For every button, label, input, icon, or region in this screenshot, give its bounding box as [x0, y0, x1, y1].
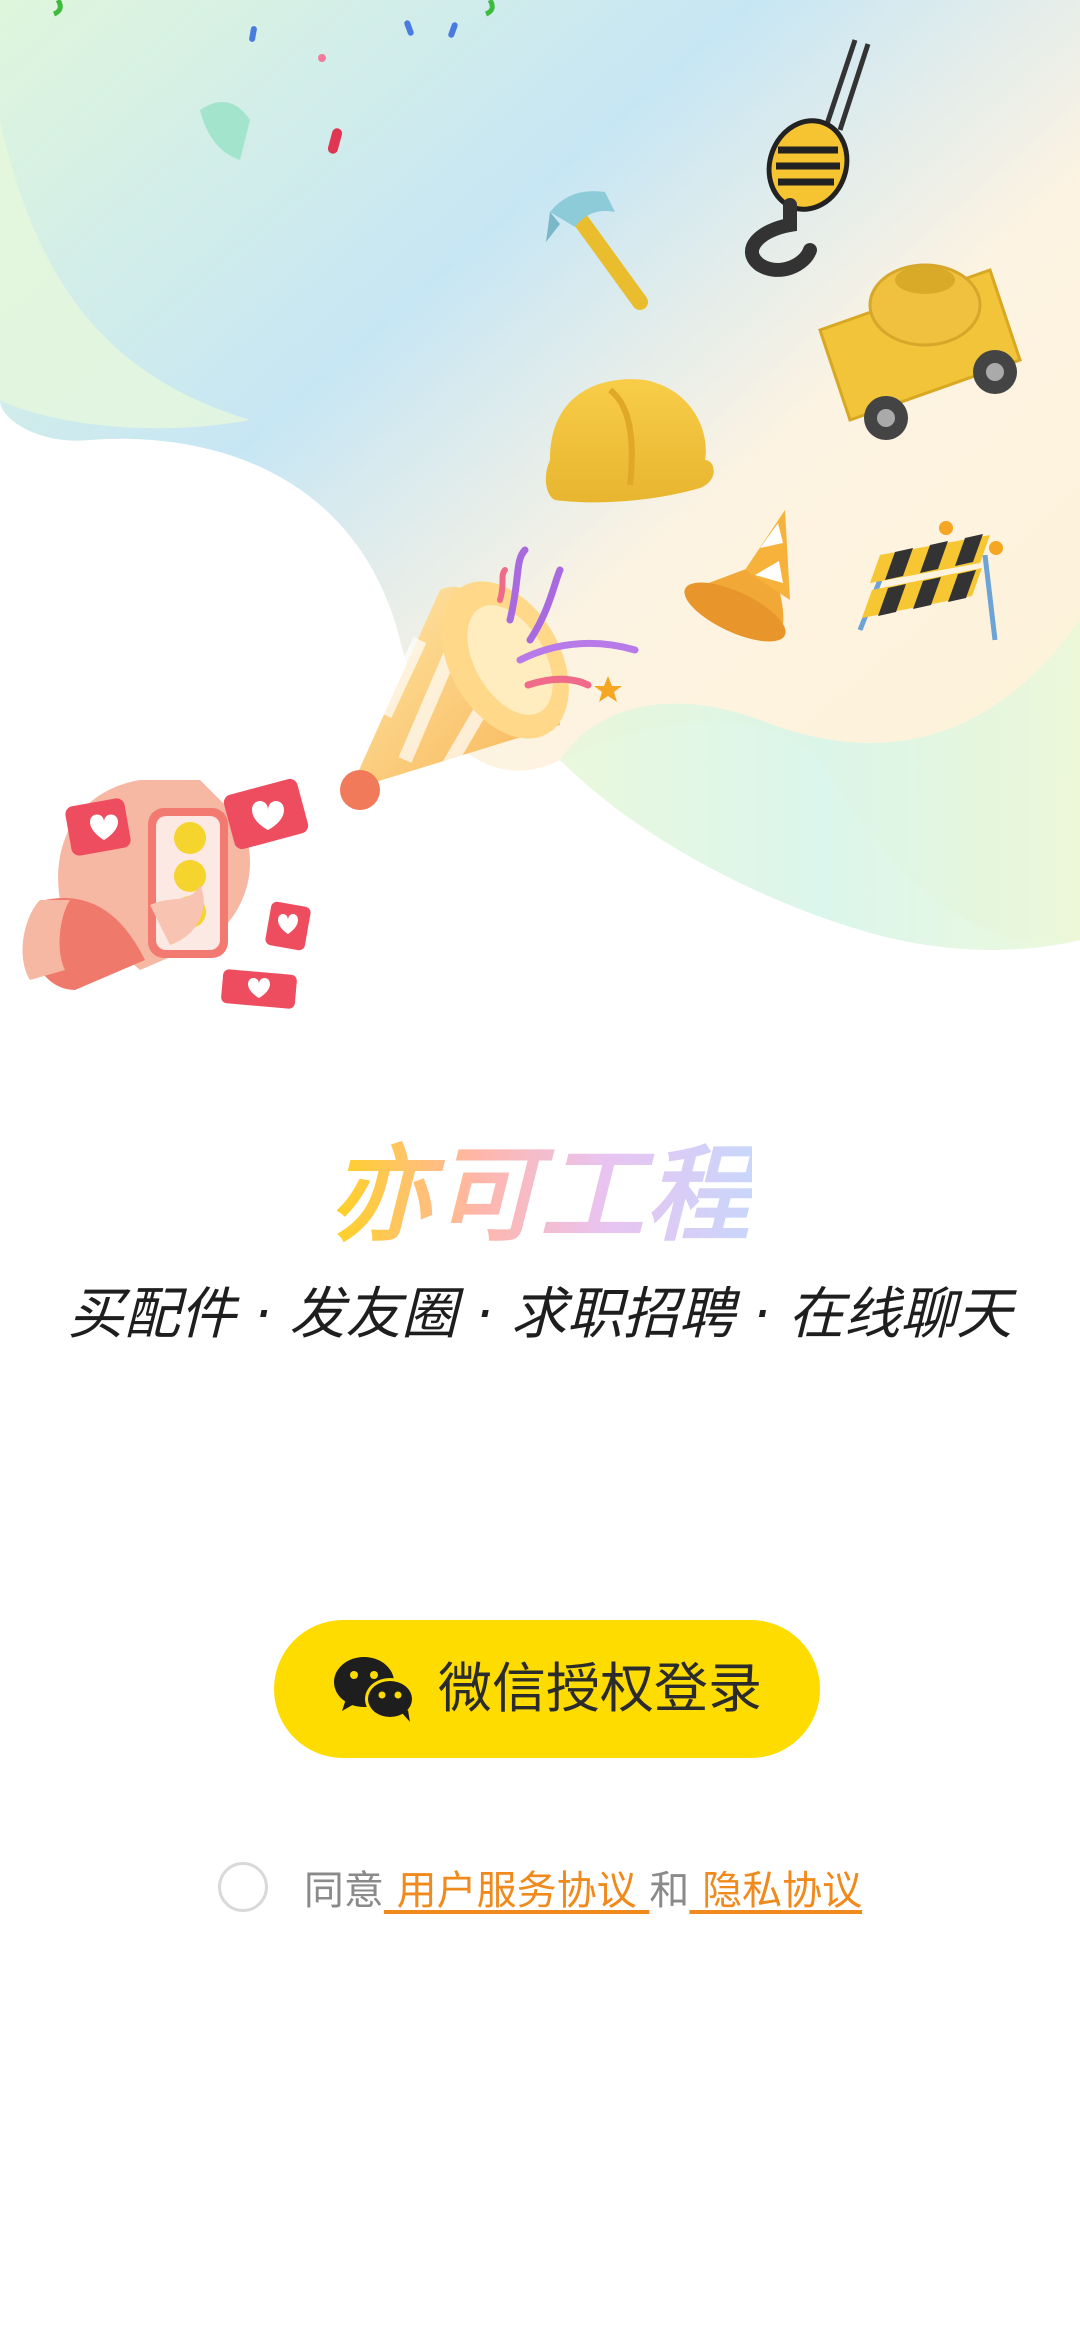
hand-phone-icon	[22, 780, 250, 990]
login-page: 亦可工程 买配件 · 发友圈 · 求职招聘 · 在线聊天 微信授权登录 同意 用…	[0, 0, 1080, 2346]
app-tagline: 买配件 · 发友圈 · 求职招聘 · 在线聊天	[67, 1282, 1013, 1347]
agreement-row: 同意 用户服务协议 和 隐私协议	[0, 1855, 1080, 1919]
app-title-text: 亦可工程	[327, 1134, 752, 1256]
agreement-checkbox[interactable]	[217, 1862, 268, 1912]
wechat-login-button[interactable]: 微信授权登录	[274, 1620, 820, 1758]
wechat-icon	[334, 1657, 415, 1722]
agreement-conjunction: 和	[649, 1868, 690, 1914]
wechat-login-label: 微信授权登录	[438, 1657, 762, 1720]
service-agreement-link[interactable]: 用户服务协议	[384, 1858, 649, 1916]
app-title: 亦可工程	[0, 1130, 1080, 1260]
privacy-policy-link[interactable]: 隐私协议	[689, 1858, 862, 1916]
agreement-prefix: 同意	[303, 1868, 384, 1914]
hero-illustration	[0, 0, 1080, 1009]
